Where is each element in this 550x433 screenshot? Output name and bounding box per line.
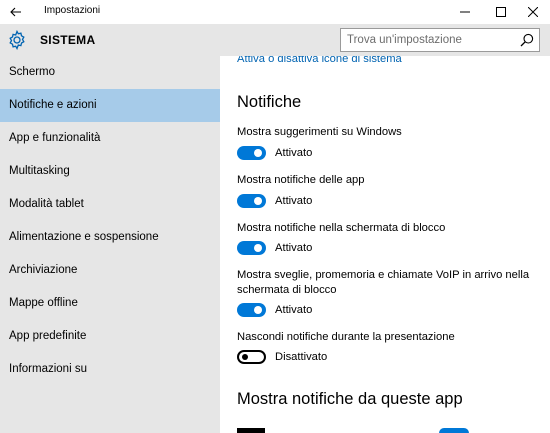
- toggle-switch-notifiche-app[interactable]: [237, 194, 266, 208]
- sidebar-item-schermo[interactable]: Schermo: [0, 56, 220, 89]
- close-button[interactable]: [516, 0, 550, 24]
- content-pane: Attiva o disattiva icone di sistema Noti…: [220, 24, 550, 433]
- sidebar-nav: Schermo Notifiche e azioni App e funzion…: [0, 56, 220, 386]
- toggle-knob: [242, 354, 248, 360]
- setting-label-sveglie: Mostra sveglie, promemoria e chiamate Vo…: [237, 269, 530, 296]
- toggle-switch-suggerimenti[interactable]: [237, 146, 266, 160]
- sidebar-item-alimentazione[interactable]: Alimentazione e sospensione: [0, 221, 220, 254]
- toggle-knob: [254, 306, 262, 314]
- search-box: [340, 28, 540, 52]
- sidebar-item-app-predefinite[interactable]: App predefinite: [0, 320, 220, 353]
- close-icon: [528, 7, 538, 17]
- toggle-state-label: Attivato: [275, 147, 313, 159]
- setting-toggle-row-presentazione: Disattivato: [237, 350, 327, 364]
- sidebar-item-app-e-funzionalita[interactable]: App e funzionalità: [0, 122, 220, 155]
- window-title: Impostazioni: [44, 5, 101, 16]
- search-input[interactable]: [341, 29, 511, 51]
- sidebar: SISTEMA Schermo Notifiche e azioni App e…: [0, 24, 220, 433]
- sidebar-item-modalita-tablet[interactable]: Modalità tablet: [0, 188, 220, 221]
- notifications-section-title: Notifiche: [237, 93, 302, 111]
- sidebar-item-multitasking[interactable]: Multitasking: [0, 155, 220, 188]
- app-toggle-switch[interactable]: [439, 428, 469, 433]
- toggle-knob: [254, 197, 262, 205]
- back-button[interactable]: [0, 0, 32, 24]
- sidebar-item-archiviazione[interactable]: Archiviazione: [0, 254, 220, 287]
- title-bar: Impostazioni: [0, 0, 550, 24]
- toggle-state-label: Attivato: [275, 304, 313, 316]
- minimize-button[interactable]: [448, 0, 482, 24]
- setting-toggle-row-notifiche-app: Attivato: [237, 194, 312, 208]
- setting-label-notifiche-app: Mostra notifiche delle app: [237, 174, 365, 186]
- section-header-title: SISTEMA: [40, 33, 96, 47]
- toggle-state-label: Disattivato: [275, 351, 328, 363]
- toggle-switch-schermata-blocco[interactable]: [237, 241, 266, 255]
- sidebar-header: SISTEMA: [0, 24, 220, 56]
- search-row: [220, 24, 550, 56]
- toggle-switch-sveglie[interactable]: [237, 303, 266, 317]
- toggle-knob: [254, 149, 262, 157]
- setting-label-schermata-blocco: Mostra notifiche nella schermata di bloc…: [237, 222, 446, 234]
- sidebar-item-informazioni-su[interactable]: Informazioni su: [0, 353, 220, 386]
- gear-icon: [9, 30, 25, 50]
- sidebar-item-mappe-offline[interactable]: Mappe offline: [0, 287, 220, 320]
- setting-toggle-row-sveglie: Attivato: [237, 303, 312, 317]
- toggle-state-label: Attivato: [275, 195, 313, 207]
- toggle-state-label: Attivato: [275, 242, 313, 254]
- minimize-icon: [460, 11, 470, 13]
- maximize-icon: [496, 7, 506, 17]
- app-icon: [237, 428, 265, 433]
- search-icon[interactable]: [520, 33, 534, 47]
- maximize-button[interactable]: [484, 0, 518, 24]
- apps-notifications-title: Mostra notifiche da queste app: [237, 390, 463, 408]
- sidebar-item-notifiche-e-azioni[interactable]: Notifiche e azioni: [0, 89, 220, 122]
- toggle-knob: [254, 244, 262, 252]
- setting-toggle-row-suggerimenti: Attivato: [237, 146, 312, 160]
- setting-label-suggerimenti: Mostra suggerimenti su Windows: [237, 126, 402, 138]
- toggle-switch-presentazione[interactable]: [237, 350, 266, 364]
- setting-toggle-row-schermata-blocco: Attivato: [237, 241, 312, 255]
- setting-label-presentazione: Nascondi notifiche durante la presentazi…: [237, 331, 455, 343]
- back-arrow-icon: [10, 7, 21, 17]
